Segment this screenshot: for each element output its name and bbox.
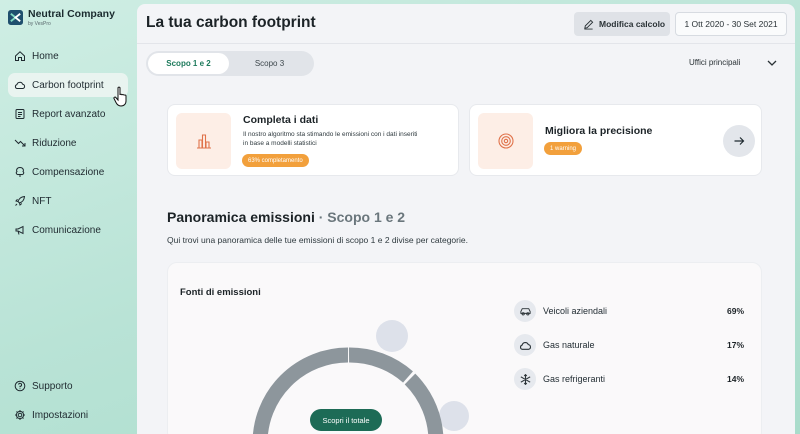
source-name: Gas naturale xyxy=(543,340,595,350)
brand[interactable]: Neutral Company by VesPro xyxy=(8,8,115,27)
bar-chart-icon xyxy=(196,134,211,149)
chevron-down-icon[interactable] xyxy=(767,59,777,67)
sidebar-item-comunicazione[interactable]: Comunicazione xyxy=(8,218,128,242)
sidebar-item-label: Carbon footprint xyxy=(32,79,104,91)
card-description: Il nostro algoritmo sta stimando le emis… xyxy=(243,131,418,147)
sidebar-item-compensazione[interactable]: Compensazione xyxy=(8,160,128,184)
source-row-vehicles: Veicoli aziendali 69% xyxy=(514,300,744,322)
date-range-picker[interactable]: 1 Ott 2020 - 30 Set 2021 xyxy=(675,12,787,36)
arrow-right-icon xyxy=(734,137,745,145)
source-percent: 14% xyxy=(726,374,744,384)
sidebar-item-supporto[interactable]: Supporto xyxy=(8,374,128,398)
page-title: La tua carbon footprint xyxy=(146,14,316,31)
source-name: Veicoli aziendali xyxy=(543,306,608,316)
sidebar-item-label: Comunicazione xyxy=(32,224,101,236)
sidebar-item-label: Impostazioni xyxy=(32,409,89,421)
sidebar-item-label: Compensazione xyxy=(32,166,105,178)
target-icon xyxy=(497,133,514,149)
home-icon xyxy=(15,51,25,61)
brand-name: Neutral Company xyxy=(28,8,115,20)
sidebar-item-nft[interactable]: NFT xyxy=(8,189,128,213)
card-title: Completa i dati xyxy=(243,114,319,126)
sidebar-item-label: Supporto xyxy=(32,380,73,392)
gear-icon xyxy=(15,410,25,420)
help-icon xyxy=(14,380,26,392)
overview-title: Panoramica emissioni · Scopo 1 e 2 xyxy=(167,209,405,225)
source-name: Gas refrigeranti xyxy=(543,374,606,384)
main-panel: La tua carbon footprint Modifica calcolo… xyxy=(137,4,795,434)
report-icon xyxy=(15,109,25,119)
improve-precision-card[interactable]: Migliora la precisione 1 warning xyxy=(469,104,762,176)
warning-badge: 1 warning xyxy=(544,142,583,155)
card-icon-box xyxy=(176,113,231,169)
sidebar-nav: Home Carbon footprint Report avanzato Ri… xyxy=(8,44,128,247)
tree-icon xyxy=(15,166,25,177)
sidebar-item-label: Riduzione xyxy=(32,137,77,149)
page-header: La tua carbon footprint Modifica calcolo… xyxy=(137,4,795,44)
edit-calculation-button[interactable]: Modifica calcolo xyxy=(574,12,670,36)
sidebar-item-label: Report avanzato xyxy=(32,108,106,120)
brand-logo-icon xyxy=(8,10,23,25)
sidebar-item-carbon-footprint[interactable]: Carbon footprint xyxy=(8,73,128,97)
overview-scope: · Scopo 1 e 2 xyxy=(318,209,406,225)
sidebar: Neutral Company by VesPro Home Carbon fo… xyxy=(0,0,132,434)
overview-subtitle: Qui trovi una panoramica delle tue emiss… xyxy=(167,235,468,245)
sidebar-item-report-avanzato[interactable]: Report avanzato xyxy=(8,102,128,126)
edit-calculation-label: Modifica calcolo xyxy=(599,19,666,29)
emission-sources-card: Fonti di emissioni Scopri il totale Veic… xyxy=(167,262,762,434)
trend-down-icon xyxy=(14,139,26,147)
source-percent: 17% xyxy=(726,340,744,350)
sidebar-bottom-nav: Supporto Impostazioni xyxy=(8,374,128,432)
card-title: Migliora la precisione xyxy=(545,125,653,137)
source-percent: 69% xyxy=(726,306,744,316)
cloud-icon xyxy=(514,334,536,356)
sidebar-item-label: NFT xyxy=(32,195,52,207)
sidebar-item-home[interactable]: Home xyxy=(8,44,128,68)
discover-total-button[interactable]: Scopri il totale xyxy=(310,409,382,431)
cloud-icon xyxy=(14,81,26,89)
source-row-refrigerant-gas: Gas refrigeranti 14% xyxy=(514,368,744,390)
tab-scope-3[interactable]: Scopo 3 xyxy=(229,53,310,74)
rocket-icon xyxy=(15,195,26,206)
sidebar-item-impostazioni[interactable]: Impostazioni xyxy=(8,403,128,427)
office-select[interactable]: Uffici principali xyxy=(689,58,740,67)
card-icon-box xyxy=(478,113,533,169)
source-row-natural-gas: Gas naturale 17% xyxy=(514,334,744,356)
overview-title-text: Panoramica emissioni xyxy=(167,209,315,225)
snowflake-icon xyxy=(514,368,536,390)
sidebar-item-riduzione[interactable]: Riduzione xyxy=(8,131,128,155)
emission-sources-title: Fonti di emissioni xyxy=(180,287,261,298)
complete-data-card[interactable]: Completa i dati Il nostro algoritmo sta … xyxy=(167,104,459,176)
go-arrow-button[interactable] xyxy=(723,125,755,157)
edit-icon xyxy=(584,19,594,30)
sidebar-item-label: Home xyxy=(32,50,59,62)
megaphone-icon xyxy=(15,225,24,235)
completion-badge: 63% completamento xyxy=(242,154,309,167)
brand-subtitle: by VesPro xyxy=(28,21,51,27)
tab-scope-1-2[interactable]: Scopo 1 e 2 xyxy=(148,53,229,74)
scope-tabs: Scopo 1 e 2 Scopo 3 xyxy=(146,51,314,76)
hand-cursor-icon xyxy=(113,86,127,107)
car-icon xyxy=(514,300,536,322)
